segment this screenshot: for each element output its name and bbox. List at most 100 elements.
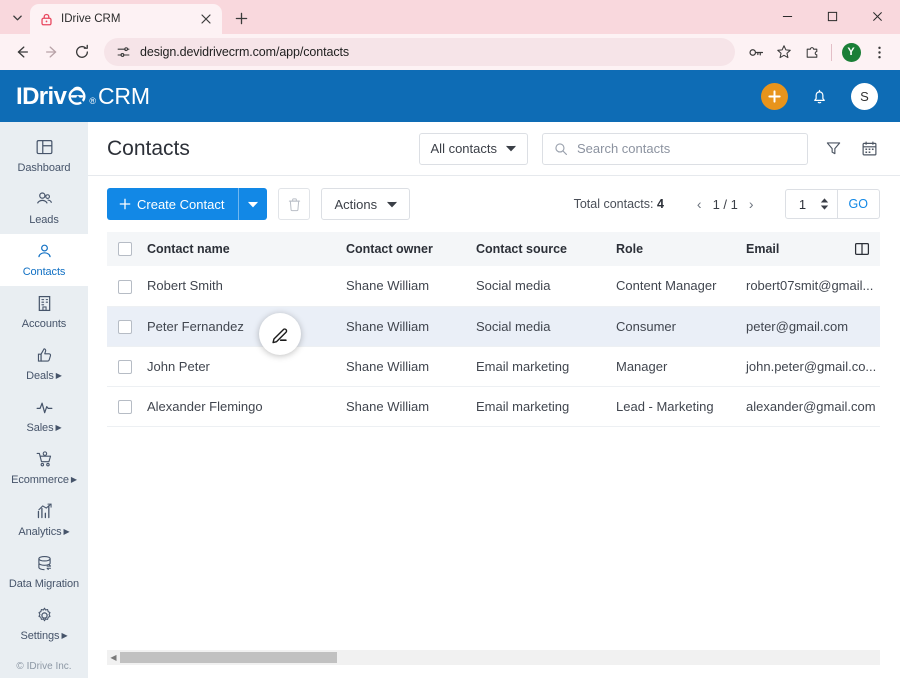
sidebar-item-sales[interactable]: Sales ▶ xyxy=(0,390,88,442)
page-header: Contacts All contacts Search contacts xyxy=(88,122,900,176)
actions-dropdown[interactable]: Actions xyxy=(321,188,411,220)
sidebar-item-leads[interactable]: Leads xyxy=(0,182,88,234)
maximize-icon[interactable] xyxy=(810,0,855,32)
cell-contact-source: Social media xyxy=(464,306,604,347)
go-button[interactable]: GO xyxy=(836,190,879,218)
bell-icon[interactable] xyxy=(810,87,829,106)
next-page-button[interactable]: › xyxy=(749,196,754,212)
contacts-table-body: Robert Smith Shane William Social media … xyxy=(107,266,880,427)
new-tab-button[interactable] xyxy=(227,4,255,32)
view-filter-select[interactable]: All contacts xyxy=(418,132,528,165)
window-controls xyxy=(765,0,900,32)
sidebar-item-dashboard[interactable]: Dashboard xyxy=(0,130,88,182)
total-contacts-label: Total contacts: 4 xyxy=(573,197,664,211)
back-icon[interactable] xyxy=(8,38,36,66)
cell-contact-source: Email marketing xyxy=(464,346,604,387)
edit-contact-fab[interactable] xyxy=(259,313,301,355)
tab-search-button[interactable] xyxy=(4,2,30,32)
prev-page-button[interactable]: ‹ xyxy=(697,196,702,212)
table-header-row: Contact name Contact owner Contact sourc… xyxy=(107,232,880,266)
logo-brand: IDriv xyxy=(16,82,67,110)
row-checkbox[interactable] xyxy=(118,399,132,414)
bookmark-star-icon[interactable] xyxy=(771,39,797,65)
scrollbar-thumb[interactable] xyxy=(120,652,337,663)
total-contacts-count: 4 xyxy=(656,197,664,211)
logo-e-mark xyxy=(66,84,88,106)
tab-title: IDrive CRM xyxy=(61,13,121,25)
close-icon[interactable] xyxy=(198,11,214,27)
table-row[interactable]: John Peter Shane William Email marketing… xyxy=(107,346,880,387)
search-input[interactable]: Search contacts xyxy=(542,132,808,165)
goto-page-control: 1 GO xyxy=(784,189,880,219)
create-contact-button[interactable]: Create Contact xyxy=(107,188,268,220)
browser-menu-icon[interactable] xyxy=(866,39,892,65)
cell-contact-name: Alexander Flemingo xyxy=(139,386,334,427)
cell-email: peter@gmail.com xyxy=(734,306,880,347)
quick-create-button[interactable] xyxy=(761,82,788,110)
calendar-icon[interactable] xyxy=(858,138,880,160)
quantity-stepper[interactable] xyxy=(820,198,837,210)
user-avatar[interactable]: S xyxy=(851,82,878,110)
lock-icon xyxy=(38,11,54,27)
footer-spacer xyxy=(88,665,900,678)
row-select-cell xyxy=(107,346,139,387)
address-bar[interactable]: design.devidrivecrm.com/app/contacts xyxy=(104,38,735,66)
funnel-filter-icon[interactable] xyxy=(822,138,844,160)
profile-initial: Y xyxy=(841,42,861,62)
search-placeholder: Search contacts xyxy=(577,141,671,156)
create-contact-dropdown[interactable] xyxy=(239,188,267,220)
column-header-contact-owner[interactable]: Contact owner xyxy=(334,232,464,266)
app-header: IDriv ® CRM S xyxy=(0,70,900,122)
column-settings-icon[interactable] xyxy=(854,241,870,260)
column-header-contact-name[interactable]: Contact name xyxy=(139,232,334,266)
close-window-icon[interactable] xyxy=(855,0,900,32)
row-select-cell xyxy=(107,306,139,347)
row-checkbox[interactable] xyxy=(118,279,132,294)
column-header-email[interactable]: Email xyxy=(734,232,880,266)
view-filter-value: All contacts xyxy=(430,141,497,156)
select-all-checkbox[interactable] xyxy=(118,242,132,257)
password-key-icon[interactable] xyxy=(743,39,769,65)
avatar[interactable]: Y xyxy=(838,39,864,65)
sidebar-item-ecommerce[interactable]: Ecommerce ▶ xyxy=(0,442,88,494)
forward-icon[interactable] xyxy=(38,38,66,66)
reload-icon[interactable] xyxy=(68,38,96,66)
row-checkbox[interactable] xyxy=(118,319,132,334)
crm-application: IDriv ® CRM S Dashboard Leads Contacts A… xyxy=(0,70,900,678)
row-checkbox[interactable] xyxy=(118,359,132,374)
table-row[interactable]: Robert Smith Shane William Social media … xyxy=(107,266,880,307)
browser-tab[interactable]: IDrive CRM xyxy=(30,4,222,34)
sidebar-item-analytics[interactable]: Analytics ▶ xyxy=(0,494,88,546)
cell-role: Lead - Marketing xyxy=(604,386,734,427)
chevron-right-icon: ▶ xyxy=(61,631,68,640)
sidebar-item-contacts[interactable]: Contacts xyxy=(0,234,88,286)
search-icon xyxy=(554,142,568,156)
header-actions: S xyxy=(761,82,878,110)
minimize-icon[interactable] xyxy=(765,0,810,32)
chevron-right-icon: ▶ xyxy=(55,371,62,380)
table-row[interactable]: Alexander Flemingo Shane William Email m… xyxy=(107,386,880,427)
column-header-contact-source[interactable]: Contact source xyxy=(464,232,604,266)
sidebar-item-label: Data Migration xyxy=(8,578,80,590)
table-row[interactable]: Peter Fernandez Shane William Social med… xyxy=(107,306,880,347)
goto-page-input[interactable]: 1 xyxy=(786,197,820,212)
sidebar-item-data-migration[interactable]: Data Migration xyxy=(0,546,88,598)
horizontal-scrollbar[interactable]: ◀ xyxy=(107,650,880,665)
site-settings-icon[interactable] xyxy=(116,45,131,60)
page-indicator: 1 / 1 xyxy=(712,196,738,212)
cell-contact-source: Social media xyxy=(464,266,604,307)
sidebar-item-settings[interactable]: Settings ▶ xyxy=(0,598,88,650)
extensions-icon[interactable] xyxy=(799,39,825,65)
chevron-right-icon: ▶ xyxy=(70,475,77,484)
chevron-down-icon xyxy=(506,145,516,152)
select-all-header xyxy=(107,232,139,266)
sidebar-item-label: Sales ▶ xyxy=(26,422,62,434)
delete-button[interactable] xyxy=(278,188,311,220)
sidebar-item-label: Accounts xyxy=(21,318,67,330)
sidebar-item-deals[interactable]: Deals ▶ xyxy=(0,338,88,390)
column-header-role[interactable]: Role xyxy=(604,232,734,266)
app-logo[interactable]: IDriv ® CRM xyxy=(16,82,150,111)
row-select-cell xyxy=(107,386,139,427)
sidebar-item-accounts[interactable]: Accounts xyxy=(0,286,88,338)
scroll-left-arrow[interactable]: ◀ xyxy=(107,650,120,665)
